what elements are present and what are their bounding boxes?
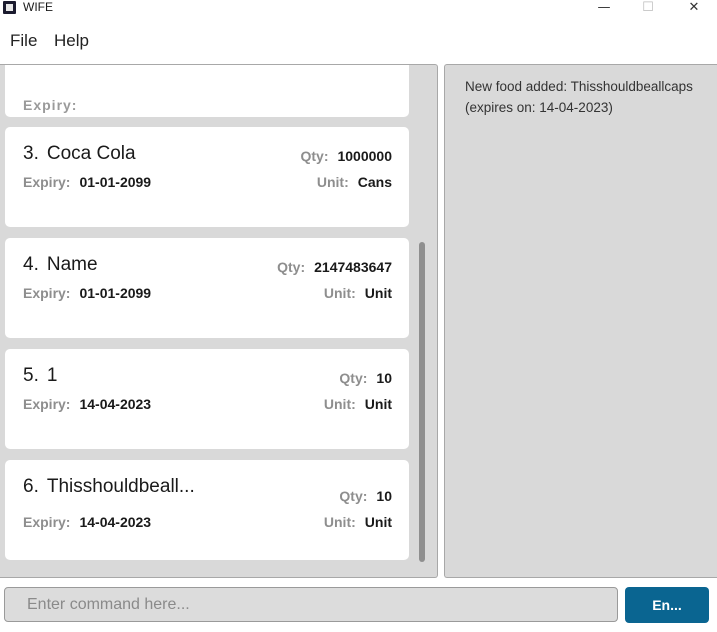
unit-value: Unit	[364, 396, 392, 412]
result-display-panel: New food added: Thisshouldbeallcaps (exp…	[444, 64, 717, 578]
food-unit: Unit: Unit	[324, 512, 392, 531]
menu-file[interactable]: File	[10, 30, 37, 52]
enter-button[interactable]: En...	[625, 587, 709, 623]
qty-label: Qty:	[339, 370, 368, 386]
food-unit: Unit: Unit	[324, 283, 392, 302]
food-index: 6.	[23, 476, 39, 497]
qty-label: Qty:	[300, 148, 329, 164]
qty-label: Qty:	[277, 259, 306, 275]
food-name: 6. Thisshouldbeall...	[23, 476, 195, 498]
food-qty: Qty: 10	[339, 368, 392, 387]
unit-label: Unit:	[323, 396, 356, 412]
food-expiry: Expiry: 01-01-2099	[23, 283, 151, 302]
food-card[interactable]: 3. Coca Cola Qty: 1000000 Expiry: 01-01-209…	[5, 127, 409, 227]
food-card-partial[interactable]: Expiry:	[5, 65, 409, 117]
qty-label: Qty:	[339, 488, 368, 504]
food-name-text: Coca Cola	[46, 143, 136, 164]
food-card[interactable]: 5. 1 Qty: 10 Expiry: 14-04-2023 Unit: Unit	[5, 349, 409, 449]
scrollbar-thumb[interactable]	[419, 242, 425, 562]
menu-help[interactable]: Help	[54, 30, 89, 52]
food-name: 5. 1	[23, 365, 57, 387]
qty-value: 1000000	[337, 148, 392, 164]
expiry-value: 01-01-2099	[79, 174, 152, 190]
food-expiry: Expiry: 14-04-2023	[23, 512, 151, 531]
food-name: 4. Name	[23, 254, 98, 276]
food-expiry: Expiry: 01-01-2099	[23, 172, 151, 191]
unit-value: Unit	[364, 285, 392, 301]
food-qty: Qty: 1000000	[300, 146, 392, 165]
unit-label: Unit:	[323, 285, 356, 301]
result-message: New food added: Thisshouldbeallcaps (exp…	[465, 79, 693, 115]
unit-label: Unit:	[323, 514, 356, 530]
food-index: 4.	[23, 254, 39, 275]
window-title: WIFE	[23, 0, 53, 14]
expiry-value: 14-04-2023	[79, 396, 152, 412]
close-icon[interactable]: ✕	[684, 0, 704, 16]
app-icon	[3, 1, 16, 14]
food-index: 5.	[23, 365, 39, 386]
food-unit: Unit: Unit	[324, 394, 392, 413]
expiry-value: 01-01-2099	[79, 285, 152, 301]
minimize-icon[interactable]: —	[594, 0, 614, 16]
menu-bar: File Help	[0, 24, 717, 60]
qty-value: 10	[376, 488, 392, 504]
food-name-text: Name	[46, 254, 98, 275]
card-partial-expiry-label: Expiry:	[23, 97, 78, 113]
food-list-panel[interactable]: Expiry: 3. Coca Cola Qty: 1000000 Expiry: 0…	[0, 64, 438, 578]
food-card[interactable]: 6. Thisshouldbeall... Qty: 10 Expiry: 14-04…	[5, 460, 409, 560]
unit-value: Unit	[364, 514, 392, 530]
food-name-text: Thisshouldbeall...	[46, 476, 195, 497]
qty-value: 10	[376, 370, 392, 386]
qty-value: 2147483647	[314, 259, 392, 275]
food-qty: Qty: 10	[339, 486, 392, 505]
expiry-label: Expiry:	[23, 285, 71, 301]
food-index: 3.	[23, 143, 39, 164]
title-bar: WIFE — ☐ ✕	[0, 0, 717, 16]
command-input[interactable]	[4, 587, 618, 622]
food-card[interactable]: 4. Name Qty: 2147483647 Expiry: 01-01-2099 …	[5, 238, 409, 338]
expiry-label: Expiry:	[23, 514, 71, 530]
unit-value: Cans	[357, 174, 392, 190]
food-name-text: 1	[46, 365, 58, 386]
maximize-icon[interactable]: ☐	[638, 0, 658, 16]
expiry-label: Expiry:	[23, 396, 71, 412]
expiry-label: Expiry:	[23, 174, 71, 190]
unit-label: Unit:	[316, 174, 349, 190]
food-qty: Qty: 2147483647	[277, 257, 392, 276]
expiry-value: 14-04-2023	[79, 514, 152, 530]
food-unit: Unit: Cans	[317, 172, 392, 191]
food-expiry: Expiry: 14-04-2023	[23, 394, 151, 413]
food-name: 3. Coca Cola	[23, 143, 136, 165]
